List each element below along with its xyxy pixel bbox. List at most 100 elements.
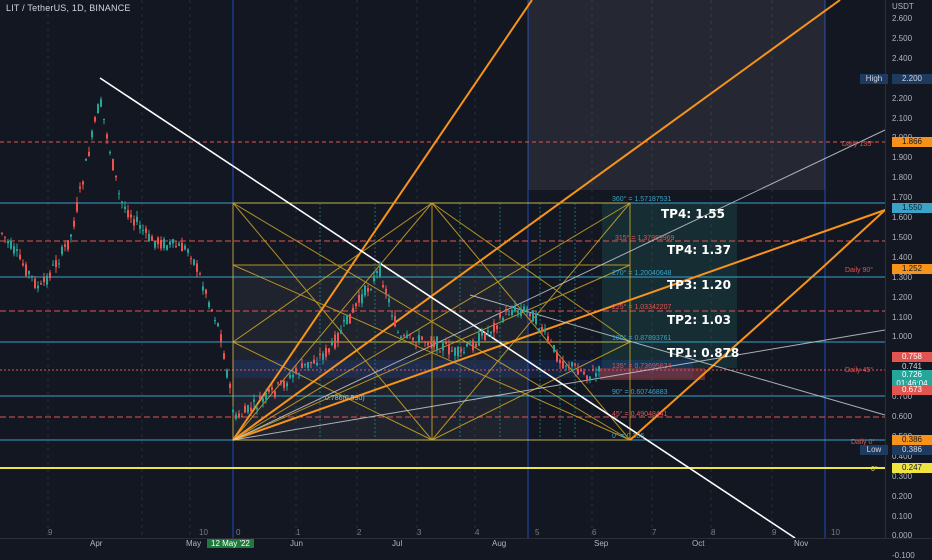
candle-body bbox=[472, 340, 474, 351]
candle-body bbox=[226, 369, 228, 378]
cycle-number: 1 bbox=[296, 528, 301, 537]
candle-body bbox=[412, 337, 414, 341]
candle-body bbox=[376, 270, 378, 273]
candle-body bbox=[430, 341, 432, 345]
candle-body bbox=[493, 322, 495, 333]
candle-body bbox=[235, 414, 237, 419]
candle-body bbox=[154, 241, 156, 248]
candle-body bbox=[499, 313, 501, 318]
cycle-number: 9 bbox=[772, 528, 777, 537]
candle-body bbox=[469, 343, 471, 346]
candle-body bbox=[358, 295, 360, 303]
y-tick: 2.600 bbox=[892, 14, 913, 23]
candle-body bbox=[520, 308, 522, 316]
candle-body bbox=[250, 407, 252, 411]
candle-body bbox=[247, 405, 249, 413]
badge-0673: 0.673 bbox=[892, 385, 932, 395]
candle-body bbox=[181, 242, 183, 252]
candle-body bbox=[535, 313, 537, 325]
candle-body bbox=[136, 216, 138, 222]
cycle-number: 2 bbox=[357, 528, 362, 537]
y-tick: 2.100 bbox=[892, 113, 913, 123]
badge-1866: 1.866 bbox=[892, 137, 932, 147]
candle-body bbox=[295, 367, 297, 374]
candle-body bbox=[418, 335, 420, 342]
candle-body bbox=[442, 343, 444, 351]
candle-body bbox=[427, 342, 429, 346]
candle-body bbox=[343, 319, 345, 322]
candle-body bbox=[334, 334, 336, 349]
x-tick: May bbox=[186, 539, 202, 548]
y-tick: 0.600 bbox=[892, 412, 913, 421]
y-tick: 1.900 bbox=[892, 153, 913, 163]
candle-body bbox=[124, 206, 126, 209]
candle-body bbox=[1, 232, 3, 234]
candle-body bbox=[142, 229, 144, 231]
candle-body bbox=[187, 249, 189, 253]
tp4-label: TP4: 1.55 bbox=[661, 207, 725, 221]
candle-body bbox=[496, 325, 498, 330]
candle-body bbox=[307, 362, 309, 368]
candle-body bbox=[64, 244, 66, 247]
candle-body bbox=[484, 333, 486, 341]
candle-body bbox=[544, 328, 546, 332]
candle-body bbox=[178, 243, 180, 246]
candle-body bbox=[406, 334, 408, 338]
candle-body bbox=[445, 342, 447, 344]
y-tick: 0.300 bbox=[892, 471, 913, 481]
candle-body bbox=[316, 362, 318, 366]
badge-0758: 0.758 bbox=[892, 352, 932, 362]
candle-body bbox=[568, 367, 570, 369]
candle-body bbox=[502, 317, 504, 323]
candle-body bbox=[106, 134, 108, 139]
y-tick: 1.800 bbox=[892, 173, 913, 183]
candle-body bbox=[91, 131, 93, 138]
candle-body bbox=[112, 159, 114, 171]
daily-90-label: Daily 90° bbox=[845, 267, 874, 274]
candle-body bbox=[421, 336, 423, 340]
candle-body bbox=[52, 264, 54, 266]
candle-body bbox=[148, 233, 150, 241]
candle-body bbox=[241, 416, 243, 418]
candle-body bbox=[94, 117, 96, 122]
candle-body bbox=[175, 245, 177, 248]
gann-360-label: 360° = 1.57187531 bbox=[612, 196, 672, 203]
candle-body bbox=[433, 340, 435, 348]
candle-body bbox=[277, 382, 279, 384]
candle-body bbox=[457, 347, 459, 357]
candle-body bbox=[319, 353, 321, 356]
cycle-number: 5 bbox=[535, 528, 540, 537]
candle-body bbox=[16, 249, 18, 251]
y-tick: 1.400 bbox=[892, 252, 913, 262]
chart-canvas[interactable] bbox=[0, 0, 932, 550]
candle-body bbox=[532, 310, 534, 322]
date-highlight: 12 May '22 bbox=[207, 539, 254, 548]
candle-body bbox=[454, 347, 456, 356]
candle-body bbox=[301, 363, 303, 369]
candle-body bbox=[262, 398, 264, 402]
candle-body bbox=[595, 373, 597, 377]
badge-0247: 0.247 bbox=[892, 463, 932, 473]
time-axis[interactable] bbox=[0, 538, 932, 551]
candle-body bbox=[46, 275, 48, 285]
candle-body bbox=[583, 371, 585, 375]
candle-body bbox=[562, 361, 564, 369]
y-tick: 1.200 bbox=[892, 292, 913, 302]
candle-body bbox=[196, 263, 198, 272]
symbol-header: LIT / TetherUS, 1D, BINANCE bbox=[6, 3, 131, 13]
candle-body bbox=[199, 273, 201, 275]
candle-body bbox=[109, 151, 111, 154]
daily-135-label: Daily 135° bbox=[842, 141, 874, 148]
candle-body bbox=[232, 409, 234, 413]
candle-body bbox=[523, 306, 525, 312]
candle-body bbox=[346, 314, 348, 324]
candle-body bbox=[475, 343, 477, 347]
candle-body bbox=[271, 387, 273, 390]
high-label: High bbox=[860, 74, 888, 84]
cycle-number: 10 bbox=[199, 528, 208, 537]
candle-body bbox=[364, 285, 366, 296]
badge-1550: 1.550 bbox=[892, 203, 932, 213]
fib-label: 0.786(0.590) bbox=[325, 395, 365, 402]
tp3-label: TP3: 1.20 bbox=[667, 278, 731, 292]
candle-body bbox=[349, 313, 351, 324]
